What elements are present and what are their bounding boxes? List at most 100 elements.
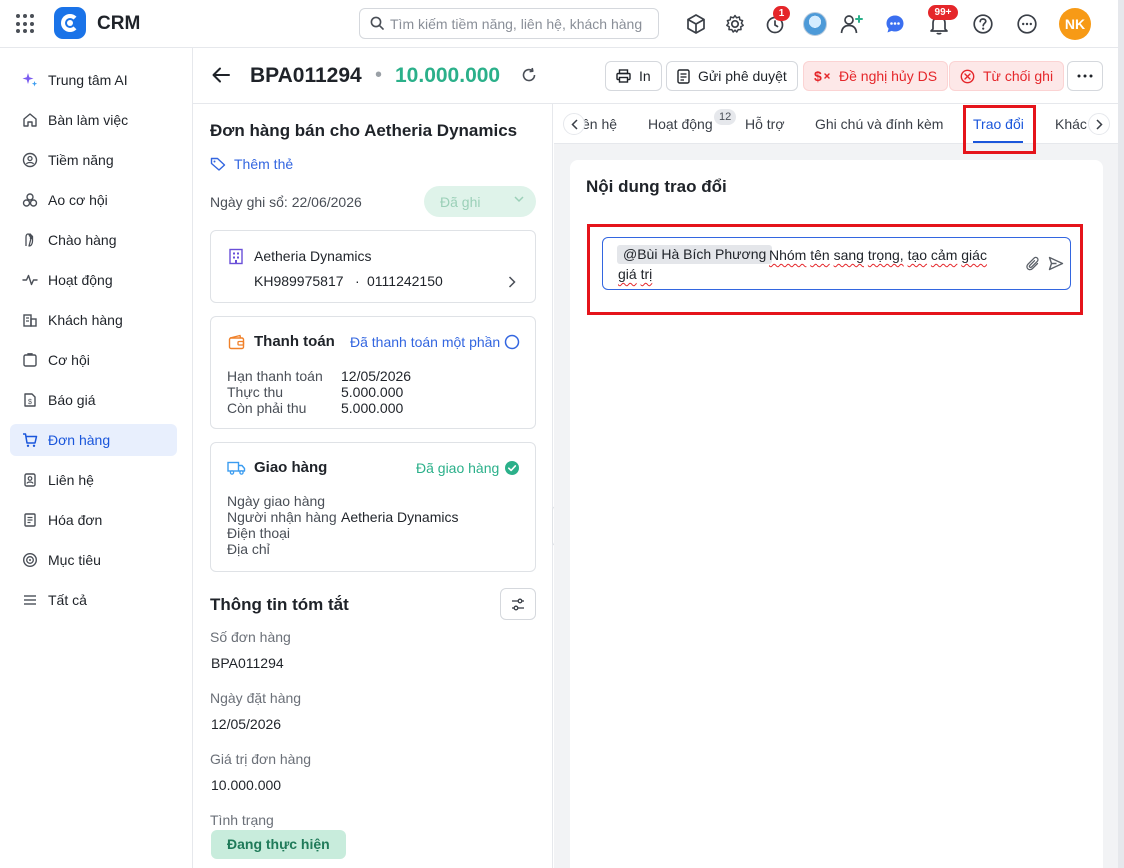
sidebar-item-label: Cơ hội bbox=[48, 352, 90, 368]
customer-code-separator: · bbox=[355, 273, 360, 289]
app-grid-icon[interactable] bbox=[16, 14, 36, 34]
opportunity-pool-icon bbox=[22, 193, 38, 207]
chevron-left-icon bbox=[570, 118, 578, 130]
settings-gear-icon[interactable] bbox=[723, 12, 747, 36]
customer-tax-code: 0111242150 bbox=[367, 273, 443, 289]
more-actions-button[interactable] bbox=[1067, 61, 1103, 91]
delivery-card: Giao hàng Đã giao hàng Ngày giao hàng Ng… bbox=[210, 442, 536, 572]
comment-word: Nhóm bbox=[769, 247, 807, 263]
sidebar-item-label: Liên hệ bbox=[48, 472, 94, 488]
tabs-scroll-right-button[interactable] bbox=[1088, 113, 1110, 135]
order-number-label: Số đơn hàng bbox=[210, 629, 291, 645]
header-separator: • bbox=[375, 64, 383, 86]
sidebar-item-orders[interactable]: Đơn hàng bbox=[10, 424, 177, 456]
payment-remaining-value: 5.000.000 bbox=[341, 400, 404, 416]
send-icon[interactable] bbox=[1048, 256, 1064, 271]
reminder-count-badge: 1 bbox=[773, 6, 790, 21]
sidebar-item-activities[interactable]: Hoạt động bbox=[10, 264, 177, 296]
sidebar-item-quotes[interactable]: $ Báo giá bbox=[10, 384, 177, 416]
home-icon bbox=[23, 113, 37, 127]
more-apps-icon[interactable] bbox=[1015, 12, 1039, 36]
record-status-label: Đã ghi bbox=[440, 193, 481, 210]
sidebar-item-invoices[interactable]: Hóa đơn bbox=[10, 504, 177, 536]
comment-word: tạo bbox=[907, 247, 928, 263]
order-title: Đơn hàng bán cho Aetheria Dynamics bbox=[210, 121, 518, 140]
sidebar-item-label: Hóa đơn bbox=[48, 512, 103, 528]
sidebar-item-leads[interactable]: Tiềm năng bbox=[10, 144, 177, 176]
help-icon[interactable] bbox=[971, 12, 995, 36]
delivery-recipient-value: Aetheria Dynamics bbox=[341, 509, 459, 525]
record-status-dropdown[interactable]: Đã ghi bbox=[424, 186, 536, 217]
order-state-label: Tình trạng bbox=[210, 812, 274, 828]
building-icon bbox=[229, 248, 243, 265]
search-icon bbox=[370, 16, 384, 30]
summary-settings-button[interactable] bbox=[500, 588, 536, 620]
chat-bubble-icon[interactable] bbox=[883, 12, 907, 36]
sidebar-item-ai-center[interactable]: Trung tâm AI bbox=[10, 64, 177, 96]
sidebar-item-workdesk[interactable]: Bàn làm việc bbox=[10, 104, 177, 136]
send-approval-label: Gửi phê duyệt bbox=[698, 68, 787, 84]
chevron-right-icon bbox=[508, 276, 516, 288]
payment-card: Thanh toán Đã thanh toán một phần Hạn th… bbox=[210, 316, 536, 429]
print-label: In bbox=[639, 68, 651, 84]
order-code: BPA011294 bbox=[250, 64, 362, 87]
comment-input[interactable]: @Bùi Hà Bích Phương Nhóm tên sang trọng,… bbox=[602, 237, 1071, 290]
payment-remaining-label: Còn phải thu bbox=[227, 400, 307, 416]
tab-activities[interactable]: Hoạt động bbox=[648, 116, 713, 132]
add-user-icon[interactable] bbox=[840, 12, 864, 36]
user-avatar[interactable]: NK bbox=[1059, 8, 1091, 40]
tab-notes-attachments[interactable]: Ghi chú và đính kèm bbox=[815, 116, 943, 132]
sidebar-item-targets[interactable]: Mục tiêu bbox=[10, 544, 177, 576]
sidebar-item-offers[interactable]: Chào hàng bbox=[10, 224, 177, 256]
invoice-icon bbox=[24, 513, 36, 527]
sidebar-item-contacts[interactable]: Liên hệ bbox=[10, 464, 177, 496]
send-approval-button[interactable]: Gửi phê duyệt bbox=[666, 61, 798, 91]
order-value-label: Giá trị đơn hàng bbox=[210, 751, 312, 767]
tab-highlight-frame bbox=[963, 105, 1036, 154]
order-value-value: 10.000.000 bbox=[211, 777, 282, 793]
chevron-right-icon bbox=[1095, 118, 1103, 130]
cube-icon[interactable] bbox=[684, 12, 708, 36]
comment-word: giá bbox=[618, 266, 637, 282]
comment-word: giác bbox=[961, 247, 987, 263]
tab-contacts[interactable]: ên hệ bbox=[582, 116, 617, 132]
sidebar-item-opportunity-pool[interactable]: Ao cơ hội bbox=[10, 184, 177, 216]
target-icon bbox=[22, 552, 38, 568]
tab-other[interactable]: Khác bbox=[1055, 116, 1087, 132]
reject-record-button[interactable]: Từ chối ghi bbox=[949, 61, 1065, 91]
sidebar-item-label: Khách hàng bbox=[48, 312, 123, 328]
delivery-address-label: Địa chỉ bbox=[227, 541, 270, 557]
search-input[interactable] bbox=[390, 10, 652, 37]
contact-icon bbox=[24, 473, 36, 487]
payment-title: Thanh toán bbox=[254, 333, 335, 350]
sidebar-item-customers[interactable]: Khách hàng bbox=[10, 304, 177, 336]
refresh-icon[interactable] bbox=[521, 67, 537, 83]
sidebar-item-opportunities[interactable]: Cơ hội bbox=[10, 344, 177, 376]
add-tag-link[interactable]: Thêm thẻ bbox=[210, 156, 293, 172]
order-number-value: BPA011294 bbox=[211, 655, 284, 671]
reject-record-label: Từ chối ghi bbox=[983, 68, 1054, 84]
tab-support[interactable]: Hỗ trợ bbox=[745, 116, 785, 132]
propose-cancel-button[interactable]: $ Đề nghị hủy DS bbox=[803, 61, 949, 91]
document-icon bbox=[677, 68, 690, 84]
discussion-card: Nội dung trao đổi @Bùi Hà Bích Phương Nh… bbox=[570, 160, 1103, 868]
assistant-avatar[interactable] bbox=[803, 12, 827, 36]
customer-card[interactable]: Aetheria Dynamics KH989975817 · 01112421… bbox=[210, 230, 536, 303]
reject-circle-icon bbox=[960, 69, 975, 83]
print-button[interactable]: In bbox=[605, 61, 662, 91]
crm-logo-icon[interactable] bbox=[54, 7, 86, 39]
sliders-icon bbox=[512, 598, 524, 610]
customer-icon bbox=[23, 314, 37, 327]
back-arrow-icon[interactable] bbox=[211, 66, 231, 84]
delivery-phone-label: Điện thoại bbox=[227, 525, 291, 541]
sidebar-item-all[interactable]: Tất cả bbox=[10, 584, 177, 616]
delivery-status: Đã giao hàng bbox=[416, 460, 500, 476]
svg-text:$: $ bbox=[28, 399, 32, 406]
sidebar-item-label: Mục tiêu bbox=[48, 552, 101, 568]
add-tag-label: Thêm thẻ bbox=[234, 156, 294, 172]
global-search[interactable] bbox=[359, 8, 659, 39]
sidebar-item-label: Tiềm năng bbox=[48, 152, 114, 168]
tabs-scroll-left-button[interactable] bbox=[563, 113, 585, 135]
comment-text[interactable]: Nhóm tên sang trọng, tạo cảm giác giá tr… bbox=[618, 246, 1008, 284]
paperclip-icon[interactable] bbox=[1026, 256, 1040, 272]
